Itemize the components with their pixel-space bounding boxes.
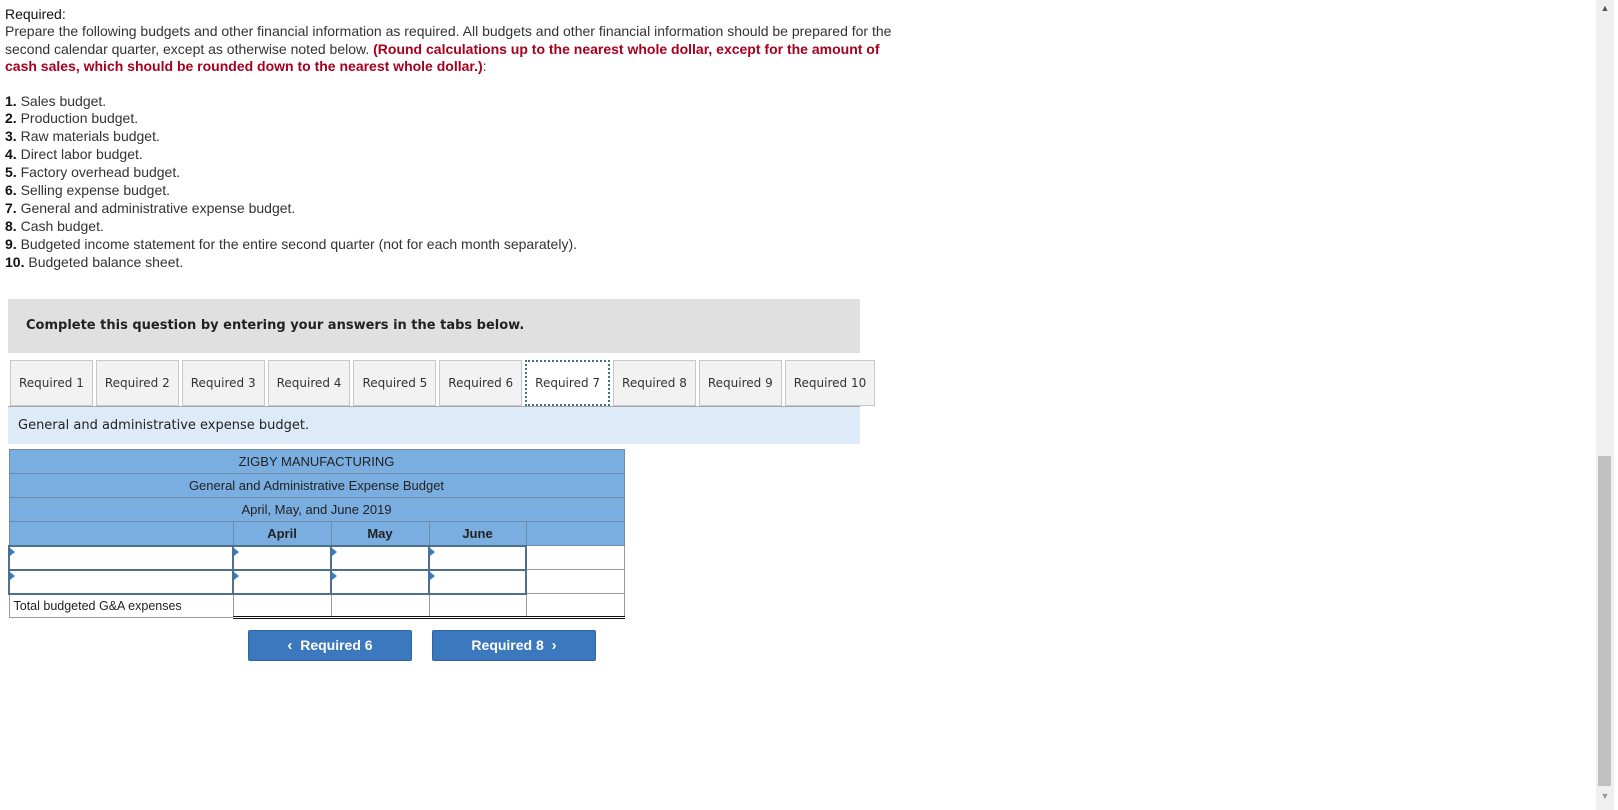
task-list: 1. Sales budget. 2. Production budget. 3… bbox=[5, 93, 1545, 272]
task-text: Sales budget. bbox=[16, 92, 107, 109]
task-number: 6. bbox=[5, 182, 17, 199]
column-header-row: April May June bbox=[8, 521, 625, 546]
task-number: 8. bbox=[5, 217, 17, 234]
question-content: Required: Prepare the following budgets … bbox=[5, 6, 1545, 272]
tab-bar: Required 1 Required 2 Required 3 Require… bbox=[10, 360, 878, 408]
tab-required-8[interactable]: Required 8 bbox=[613, 360, 696, 406]
scroll-up-arrow-icon[interactable]: ▲ bbox=[1596, 0, 1614, 16]
task-item: 5. Factory overhead budget. bbox=[5, 164, 1545, 182]
task-number: 7. bbox=[5, 199, 17, 216]
task-item: 4. Direct labor budget. bbox=[5, 146, 1545, 164]
task-item: 9. Budgeted income statement for the ent… bbox=[5, 236, 1545, 254]
total-may bbox=[330, 593, 430, 619]
prev-button-label: Required 6 bbox=[300, 637, 373, 653]
budget-title: General and Administrative Expense Budge… bbox=[8, 473, 625, 498]
total-june bbox=[428, 593, 527, 619]
task-text: Production budget. bbox=[16, 110, 139, 127]
task-text: Budgeted balance sheet. bbox=[24, 253, 184, 270]
task-number: 1. bbox=[5, 92, 17, 109]
april-input[interactable] bbox=[234, 570, 330, 593]
tab-required-2[interactable]: Required 2 bbox=[95, 360, 179, 406]
required-heading: Required: bbox=[5, 6, 66, 22]
total-april bbox=[232, 593, 332, 619]
budget-period: April, May, and June 2019 bbox=[8, 497, 625, 522]
task-text: Direct labor budget. bbox=[16, 146, 143, 163]
column-header-total bbox=[525, 521, 625, 546]
may-input[interactable] bbox=[332, 570, 428, 593]
tab-subheading: General and administrative expense budge… bbox=[8, 407, 860, 444]
task-item: 1. Sales budget. bbox=[5, 93, 1545, 111]
april-input[interactable] bbox=[234, 546, 330, 569]
tab-required-5[interactable]: Required 5 bbox=[353, 360, 437, 406]
task-number: 10. bbox=[5, 253, 25, 270]
column-header-june: June bbox=[428, 521, 527, 546]
task-text: Factory overhead budget. bbox=[16, 164, 181, 181]
expense-label-cell[interactable] bbox=[8, 568, 234, 595]
total-quarter bbox=[525, 593, 625, 619]
may-input[interactable] bbox=[332, 546, 428, 569]
task-number: 4. bbox=[5, 146, 17, 163]
tab-required-1[interactable]: Required 1 bbox=[10, 360, 93, 406]
task-text: Cash budget. bbox=[16, 217, 104, 234]
task-text: Selling expense budget. bbox=[16, 182, 171, 199]
quarter-cell bbox=[525, 569, 625, 594]
task-item: 7. General and administrative expense bu… bbox=[5, 200, 1545, 218]
tab-required-4[interactable]: Required 4 bbox=[267, 360, 351, 406]
column-header-may: May bbox=[330, 521, 430, 546]
scroll-down-arrow-icon[interactable]: ▼ bbox=[1596, 788, 1614, 804]
column-header-blank bbox=[8, 521, 234, 546]
may-cell[interactable] bbox=[330, 544, 430, 571]
tab-required-10[interactable]: Required 10 bbox=[784, 360, 876, 406]
may-cell[interactable] bbox=[330, 568, 430, 595]
instructions-suffix: : bbox=[482, 58, 487, 74]
total-row: Total budgeted G&A expenses bbox=[8, 593, 625, 619]
june-input[interactable] bbox=[430, 546, 525, 569]
prev-required-6-button[interactable]: ‹ Required 6 bbox=[248, 630, 412, 661]
tab-required-7[interactable]: Required 7 bbox=[525, 360, 611, 406]
task-item: 3. Raw materials budget. bbox=[5, 128, 1545, 146]
task-number: 3. bbox=[5, 128, 17, 145]
next-required-8-button[interactable]: Required 8 › bbox=[432, 630, 596, 661]
task-item: 6. Selling expense budget. bbox=[5, 182, 1545, 200]
chevron-right-icon: › bbox=[551, 637, 557, 654]
total-label: Total budgeted G&A expenses bbox=[8, 593, 234, 618]
column-header-april: April bbox=[232, 521, 332, 546]
task-text: Raw materials budget. bbox=[16, 128, 160, 145]
company-name: ZIGBY MANUFACTURING bbox=[8, 449, 625, 474]
quarter-cell bbox=[525, 545, 625, 570]
task-text: General and administrative expense budge… bbox=[16, 199, 296, 216]
table-period-row: April, May, and June 2019 bbox=[8, 497, 625, 522]
june-input[interactable] bbox=[430, 570, 525, 593]
instructions: Prepare the following budgets and other … bbox=[5, 23, 905, 76]
table-row bbox=[8, 544, 625, 571]
expense-label-input[interactable] bbox=[10, 570, 232, 593]
table-row bbox=[8, 568, 625, 595]
tab-required-3[interactable]: Required 3 bbox=[181, 360, 265, 406]
task-number: 2. bbox=[5, 110, 17, 127]
task-number: 5. bbox=[5, 164, 17, 181]
expense-label-input[interactable] bbox=[10, 546, 232, 569]
tab-required-9[interactable]: Required 9 bbox=[698, 360, 782, 406]
tab-required-6[interactable]: Required 6 bbox=[439, 360, 523, 406]
instructions-banner: Complete this question by entering your … bbox=[8, 299, 860, 353]
june-cell[interactable] bbox=[428, 544, 527, 571]
expense-label-cell[interactable] bbox=[8, 544, 234, 571]
vertical-scrollbar[interactable]: ▲ ▼ bbox=[1596, 0, 1614, 810]
table-title-row: General and Administrative Expense Budge… bbox=[8, 473, 625, 498]
scrollbar-thumb[interactable] bbox=[1598, 456, 1611, 786]
april-cell[interactable] bbox=[232, 544, 332, 571]
task-item: 2. Production budget. bbox=[5, 110, 1545, 128]
april-cell[interactable] bbox=[232, 568, 332, 595]
task-item: 10. Budgeted balance sheet. bbox=[5, 254, 1545, 272]
task-text: Budgeted income statement for the entire… bbox=[16, 235, 578, 252]
task-number: 9. bbox=[5, 235, 17, 252]
next-button-label: Required 8 bbox=[471, 637, 544, 653]
chevron-left-icon: ‹ bbox=[287, 637, 293, 654]
task-item: 8. Cash budget. bbox=[5, 218, 1545, 236]
ga-expense-budget-table: ZIGBY MANUFACTURING General and Administ… bbox=[8, 449, 625, 619]
table-company-row: ZIGBY MANUFACTURING bbox=[8, 449, 625, 474]
june-cell[interactable] bbox=[428, 568, 527, 595]
